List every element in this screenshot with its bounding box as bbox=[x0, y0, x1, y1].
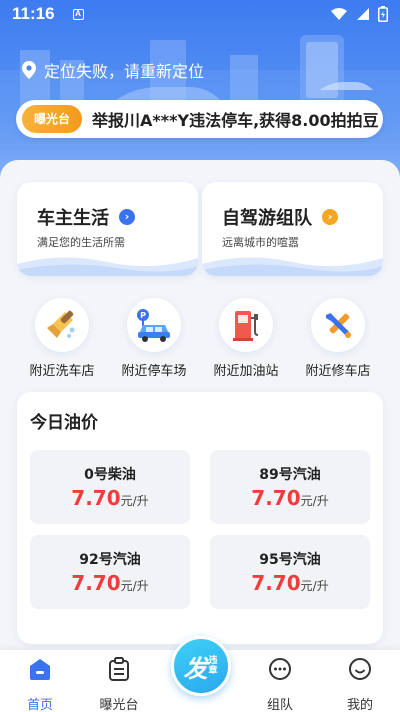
status-time: 11:16 bbox=[12, 4, 55, 23]
oil-price-card: 今日油价 0号柴油 7.70元/升 89号汽油 7.70元/升 92号汽油 7.… bbox=[17, 392, 383, 644]
card-road-trip-title: 自驾游组队 bbox=[222, 208, 312, 229]
tab-home[interactable]: 首页 bbox=[5, 656, 75, 712]
tab-mine-label: 我的 bbox=[346, 698, 373, 712]
report-violation-button[interactable]: 发 违章 bbox=[171, 636, 231, 696]
oil-price: 7.70 bbox=[71, 571, 121, 595]
chat-icon bbox=[269, 658, 291, 680]
oil-unit: 元/升 bbox=[300, 494, 329, 508]
location-bar[interactable]: 定位失败，请重新定位 bbox=[22, 58, 204, 82]
home-icon bbox=[30, 659, 50, 680]
shortcut-parking-label: 附近停车场 bbox=[121, 364, 187, 379]
wave-decoration bbox=[17, 257, 198, 276]
card-road-trip-subtitle: 远离城市的喧嚣 bbox=[222, 236, 299, 249]
shortcut-repair[interactable]: 附近修车店 bbox=[292, 298, 384, 379]
shortcut-gas-station-label: 附近加油站 bbox=[213, 364, 279, 379]
oil-unit: 元/升 bbox=[300, 579, 329, 593]
notification-icon: A bbox=[72, 8, 84, 20]
oil-unit: 元/升 bbox=[120, 579, 149, 593]
tab-exposure-label: 曝光台 bbox=[99, 698, 139, 712]
parking-icon: P bbox=[127, 298, 181, 352]
oil-name: 92号汽油 bbox=[79, 552, 141, 568]
oil-price-title: 今日油价 bbox=[30, 413, 98, 433]
shortcut-gas-station[interactable]: 附近加油站 bbox=[200, 298, 292, 379]
oil-price: 7.70 bbox=[71, 486, 121, 510]
tab-home-label: 首页 bbox=[26, 698, 53, 712]
chevron-right-icon: › bbox=[322, 209, 338, 225]
shortcut-car-wash[interactable]: 附近洗车店 bbox=[16, 298, 108, 379]
svg-text:P: P bbox=[140, 311, 146, 320]
oil-name: 95号汽油 bbox=[259, 552, 321, 568]
smile-icon bbox=[349, 658, 371, 680]
ticker-message: 举报川A***Y违法停车,获得8.00拍拍豆 bbox=[92, 111, 379, 130]
tab-team[interactable]: 组队 bbox=[245, 656, 315, 712]
tab-mine[interactable]: 我的 bbox=[325, 656, 395, 712]
fab-main-text: 发 bbox=[183, 654, 208, 683]
wave-decoration bbox=[202, 257, 383, 276]
card-car-life-subtitle: 满足您的生活所需 bbox=[37, 236, 125, 249]
oil-price-item: 0号柴油 7.70元/升 bbox=[30, 450, 190, 524]
exposure-ticker[interactable]: 曝光台 举报川A***Y违法停车,获得8.00拍拍豆 bbox=[16, 100, 383, 138]
location-text: 定位失败，请重新定位 bbox=[44, 62, 205, 81]
shortcut-repair-label: 附近修车店 bbox=[305, 364, 371, 379]
battery-icon bbox=[378, 6, 388, 22]
tab-exposure[interactable]: 曝光台 bbox=[84, 656, 154, 712]
wifi-icon bbox=[331, 8, 347, 20]
tab-team-label: 组队 bbox=[266, 698, 293, 712]
ticker-badge: 曝光台 bbox=[22, 105, 83, 133]
oil-price-item: 95号汽油 7.70元/升 bbox=[210, 535, 370, 609]
shortcut-parking[interactable]: P 附近停车场 bbox=[108, 298, 200, 379]
location-pin-icon bbox=[22, 61, 36, 79]
oil-unit: 元/升 bbox=[120, 494, 149, 508]
oil-name: 0号柴油 bbox=[84, 467, 136, 483]
status-bar: 11:16 A bbox=[0, 0, 400, 28]
signal-icon bbox=[357, 8, 369, 20]
card-car-life-title: 车主生活 bbox=[37, 208, 109, 229]
fab-sub-text: 违章 bbox=[208, 656, 218, 676]
chevron-right-icon: › bbox=[119, 209, 135, 225]
oil-price-item: 89号汽油 7.70元/升 bbox=[210, 450, 370, 524]
oil-price: 7.70 bbox=[251, 571, 301, 595]
oil-price: 7.70 bbox=[251, 486, 301, 510]
oil-name: 89号汽油 bbox=[259, 467, 321, 483]
oil-price-item: 92号汽油 7.70元/升 bbox=[30, 535, 190, 609]
gas-station-icon bbox=[219, 298, 273, 352]
repair-icon bbox=[311, 298, 365, 352]
card-road-trip[interactable]: 自驾游组队 › 远离城市的喧嚣 bbox=[202, 182, 383, 276]
car-wash-icon bbox=[35, 298, 89, 352]
clipboard-icon bbox=[109, 657, 129, 681]
card-car-life[interactable]: 车主生活 › 满足您的生活所需 bbox=[17, 182, 198, 276]
shortcut-car-wash-label: 附近洗车店 bbox=[29, 364, 95, 379]
